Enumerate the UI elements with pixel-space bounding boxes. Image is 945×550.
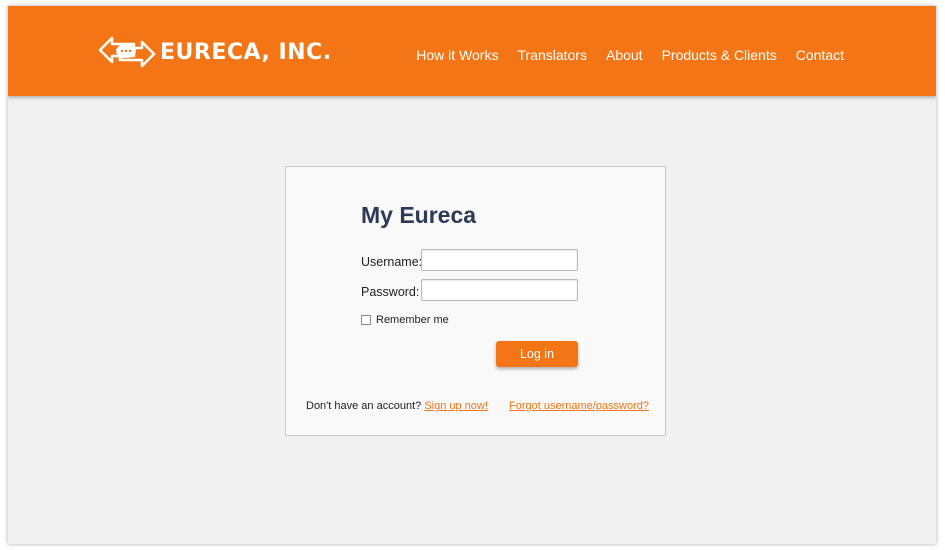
no-account-text: Don't have an account? [306, 400, 422, 412]
password-field[interactable] [421, 279, 578, 301]
nav-products-clients[interactable]: Products & Clients [662, 46, 777, 64]
logo-text: EURECA, INC. [160, 39, 332, 65]
remember-me[interactable]: Remember me [361, 314, 449, 326]
signup-prompt: Don't have an account? Sign up now! [306, 400, 488, 412]
main-nav: How it Works Translators About Products … [416, 46, 844, 64]
nav-translators[interactable]: Translators [517, 46, 587, 64]
page-frame: EURECA, INC. How it Works Translators Ab… [8, 6, 936, 544]
username-field[interactable] [421, 249, 578, 271]
chat-bubble-double-arrow-icon [98, 36, 156, 68]
signup-link[interactable]: Sign up now! [424, 400, 488, 412]
site-header: EURECA, INC. How it Works Translators Ab… [8, 6, 936, 96]
forgot-password-link[interactable]: Forgot username/password? [509, 400, 649, 412]
page-title: My Eureca [361, 202, 477, 228]
logo[interactable]: EURECA, INC. [98, 34, 332, 70]
nav-contact[interactable]: Contact [796, 46, 844, 64]
remember-me-label: Remember me [376, 314, 449, 326]
login-panel: My Eureca Username: Password: Remember m… [285, 166, 666, 436]
login-button[interactable]: Log in [496, 341, 578, 367]
nav-how-it-works[interactable]: How it Works [416, 46, 498, 64]
password-label: Password: [361, 285, 420, 299]
nav-about[interactable]: About [606, 46, 643, 64]
remember-me-checkbox[interactable] [361, 315, 371, 325]
username-label: Username: [361, 255, 423, 269]
